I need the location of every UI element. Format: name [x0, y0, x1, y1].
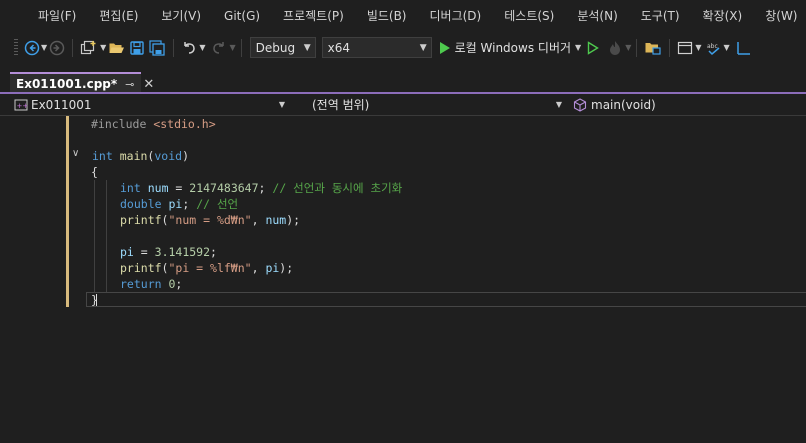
menu-tools[interactable]: 도구(T) [629, 0, 691, 33]
spell-check-dropdown-arrow-icon[interactable]: ▼ [724, 43, 730, 52]
tab-ex011001-cpp[interactable]: Ex011001.cpp* ⊸ ✕ [10, 72, 154, 94]
navigate-forward-icon [49, 40, 65, 55]
project-icon: ++ [14, 99, 29, 110]
menu-git[interactable]: Git(G) [212, 0, 271, 33]
code-line-6: double pi; // 선언 [120, 197, 239, 211]
menu-build[interactable]: 빌드(B) [355, 0, 418, 33]
code-line-5: int num = 2147483647; // 선언과 동시에 초기화 [120, 181, 403, 195]
svg-text:abc: abc [707, 43, 718, 50]
new-project-icon [81, 40, 96, 54]
project-dropdown[interactable]: ++ Ex011001 ▼ [14, 95, 289, 114]
back-dropdown-arrow-icon[interactable]: ▼ [41, 43, 47, 52]
method-cube-icon [573, 97, 587, 112]
layout-dropdown-arrow-icon[interactable]: ▼ [695, 43, 701, 52]
open-folder-icon [109, 43, 125, 53]
menu-window[interactable]: 창(W) [753, 0, 806, 33]
navigate-back-icon [24, 40, 40, 55]
chevron-down-icon: ▼ [419, 42, 427, 53]
menu-extensions[interactable]: 확장(X) [691, 0, 754, 33]
new-project-dropdown-arrow-icon[interactable]: ▼ [100, 43, 106, 52]
window-layout-button[interactable] [677, 37, 693, 59]
project-name: Ex011001 [31, 97, 92, 112]
scope-name: (전역 범위) [312, 98, 370, 112]
collapse-region-icon[interactable]: ∨ [72, 148, 79, 159]
start-debugging-button[interactable]: 로컬 Windows 디버거 [439, 37, 571, 59]
menu-edit[interactable]: 편집(E) [87, 0, 149, 33]
standard-toolbar: ▼ ▼ ▼ ▼ Debug ▼ x64 ▼ 로컬 Windows 디버거 ▼ ▼… [0, 33, 806, 62]
solution-configuration-dropdown[interactable]: Debug ▼ [249, 37, 316, 58]
toolbar-grip[interactable] [14, 38, 18, 57]
code-line-10: printf("pi = %lf₩n", pi); [120, 261, 294, 275]
chevron-down-icon: ▼ [303, 42, 311, 53]
menu-view[interactable]: 보기(V) [149, 0, 212, 33]
play-outline-icon [587, 40, 600, 55]
save-all-icon [149, 39, 165, 56]
toolbar-separator [669, 38, 671, 57]
current-line-highlight [86, 292, 806, 307]
undo-dropdown-arrow-icon[interactable]: ▼ [199, 43, 205, 52]
platform-value: x64 [327, 40, 350, 55]
browse-folder-button[interactable] [644, 37, 662, 59]
member-dropdown[interactable]: main(void) [573, 95, 806, 114]
open-file-button[interactable] [108, 37, 125, 59]
spell-check-button[interactable]: abc [706, 37, 722, 59]
redo-dropdown-arrow-icon[interactable]: ▼ [229, 43, 235, 52]
run-target-dropdown-arrow-icon[interactable]: ▼ [575, 43, 581, 52]
toolbar-separator [240, 38, 242, 57]
back-button[interactable] [24, 37, 40, 59]
menu-test[interactable]: 테스트(S) [492, 0, 565, 33]
svg-text:++: ++ [17, 102, 29, 110]
menu-debug[interactable]: 디버그(D) [418, 0, 493, 33]
save-icon [130, 40, 145, 55]
text-caret [96, 294, 97, 306]
undo-button[interactable] [181, 37, 197, 59]
start-without-debugging-button[interactable] [587, 37, 600, 59]
indent-guide [106, 180, 107, 292]
code-line-11: return 0; [120, 277, 183, 291]
code-line-3: int main(void) [92, 149, 189, 163]
code-line-9: pi = 3.141592; [120, 245, 217, 259]
save-all-button[interactable] [149, 37, 166, 59]
chevron-down-icon: ▼ [555, 100, 562, 109]
forward-button[interactable] [49, 37, 65, 59]
change-tracking-bar [66, 116, 69, 307]
new-project-button[interactable] [80, 37, 98, 59]
redo-button[interactable] [211, 37, 227, 59]
spell-check-icon: abc [707, 43, 719, 55]
toolbar-separator [173, 38, 175, 57]
comment-pin-icon [736, 41, 750, 55]
toolbar-separator [72, 38, 74, 57]
code-line-4: { [91, 165, 98, 179]
run-target-label: 로컬 Windows 디버거 [454, 41, 572, 55]
menu-project[interactable]: 프로젝트(P) [271, 0, 355, 33]
chevron-down-icon: ▼ [278, 100, 285, 109]
code-line-7: printf("num = %d₩n", num); [120, 213, 301, 227]
hot-reload-dropdown-arrow-icon[interactable]: ▼ [625, 43, 631, 52]
menu-analyze[interactable]: 분석(N) [565, 0, 628, 33]
menu-bar: 파일(F) 편집(E) 보기(V) Git(G) 프로젝트(P) 빌드(B) 디… [0, 0, 806, 33]
code-editor[interactable]: ∨ #include <stdio.h> int main(void) { in… [0, 116, 806, 443]
undo-icon [184, 41, 196, 54]
overflow-toolbar-button[interactable] [736, 37, 752, 59]
indent-guide [94, 180, 95, 292]
tab-filename: Ex011001.cpp* [16, 77, 118, 91]
play-icon [439, 41, 450, 54]
configuration-value: Debug [255, 40, 296, 55]
navigation-bar: ++ Ex011001 ▼ (전역 범위) ▼ main(void) [0, 94, 806, 116]
window-layout-icon [678, 41, 693, 54]
toolbar-separator [636, 38, 638, 57]
solution-platform-dropdown[interactable]: x64 ▼ [321, 37, 432, 58]
save-button[interactable] [129, 37, 145, 59]
pin-icon[interactable]: ⊸ [125, 78, 134, 91]
code-line-1: #include <stdio.h> [91, 117, 216, 131]
menu-file[interactable]: 파일(F) [26, 0, 87, 33]
hot-reload-button[interactable] [607, 37, 623, 59]
scope-dropdown[interactable]: (전역 범위) ▼ [296, 95, 566, 114]
hot-reload-flame-icon [610, 40, 621, 55]
close-icon[interactable]: ✕ [143, 77, 154, 92]
folder-browse-icon [645, 42, 661, 55]
document-tab-strip: Ex011001.cpp* ⊸ ✕ [0, 62, 806, 94]
member-name: main(void) [591, 97, 656, 112]
redo-icon [213, 41, 225, 54]
